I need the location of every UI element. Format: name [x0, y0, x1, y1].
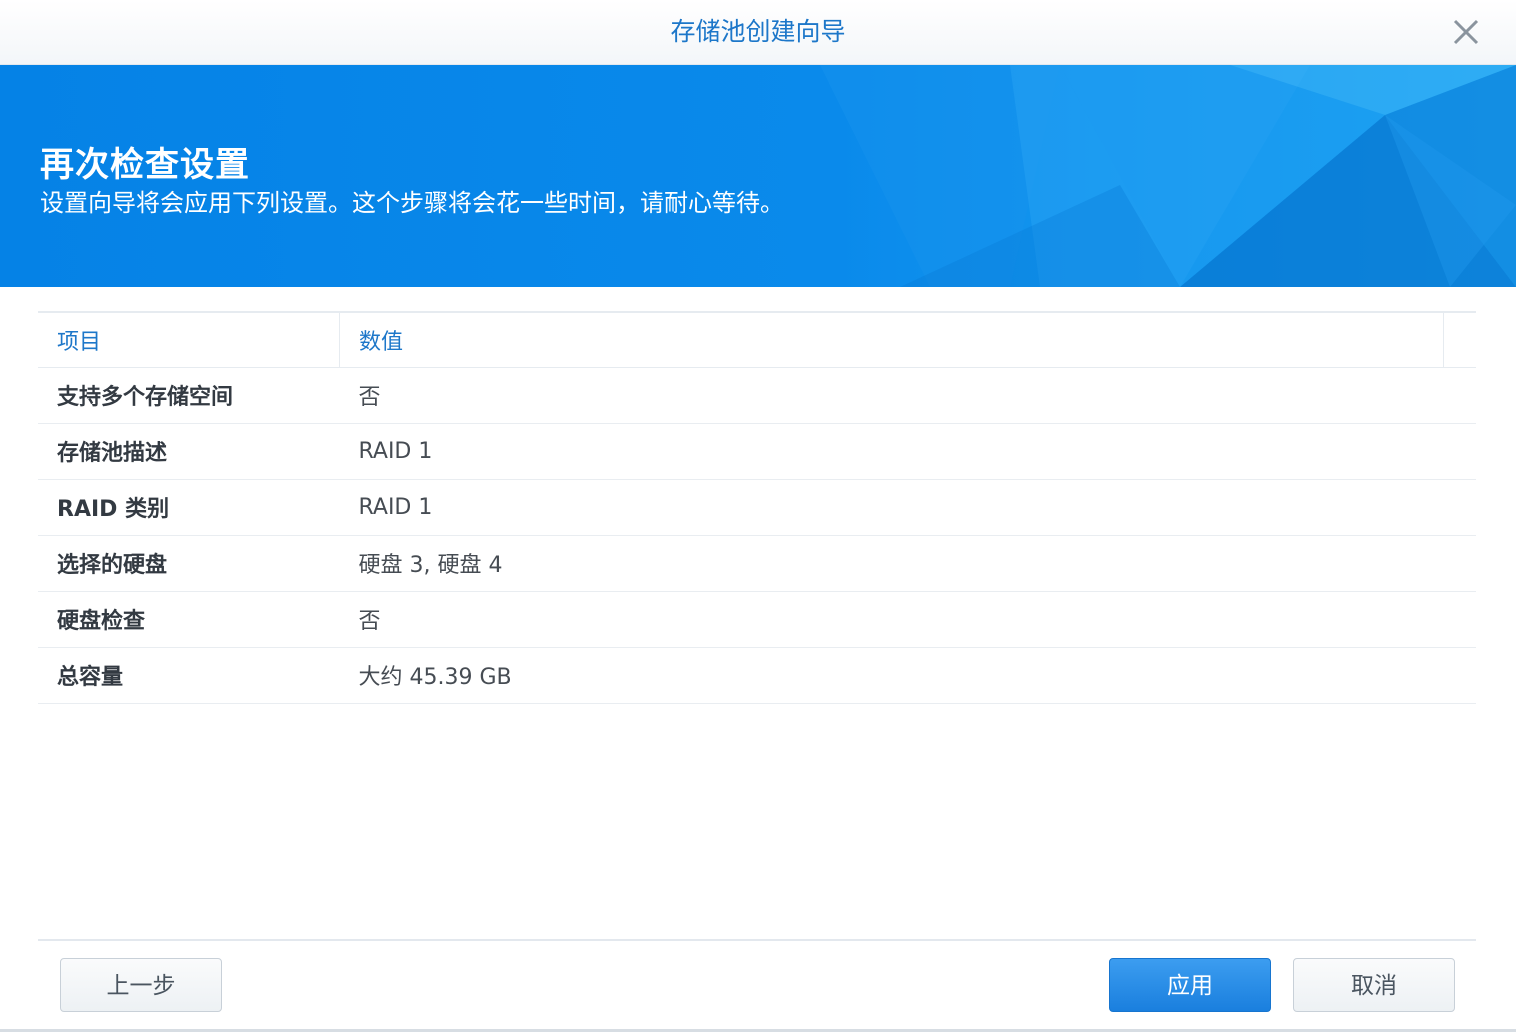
column-header-spacer — [1444, 312, 1477, 367]
close-button[interactable] — [1450, 16, 1482, 48]
storage-pool-wizard-window: 存储池创建向导 再次检查设置 设置向导将会应用下列设置。这个步骤将会花一些时间，… — [0, 0, 1516, 1032]
table-row: 选择的硬盘 硬盘 3, 硬盘 4 — [38, 535, 1476, 591]
column-header-value[interactable]: 数值 — [339, 312, 1444, 367]
table-row: 总容量 大约 45.39 GB — [38, 647, 1476, 703]
table-row: RAID 类别 RAID 1 — [38, 479, 1476, 535]
row-item-value: 大约 45.39 GB — [358, 665, 512, 690]
row-item-label: RAID 类别 — [57, 497, 170, 522]
title-bar[interactable]: 存储池创建向导 — [0, 0, 1516, 65]
row-item-label: 支持多个存储空间 — [57, 385, 234, 410]
row-item-label: 硬盘检查 — [57, 609, 146, 634]
footer-divider — [38, 939, 1476, 941]
row-item-label: 总容量 — [57, 665, 124, 690]
banner-title: 再次检查设置 — [40, 145, 250, 185]
banner-subtitle: 设置向导将会应用下列设置。这个步骤将会花一些时间，请耐心等待。 — [40, 189, 784, 217]
row-item-value: 否 — [358, 609, 381, 634]
window-title: 存储池创建向导 — [670, 17, 846, 46]
row-item-value: 硬盘 3, 硬盘 4 — [358, 553, 503, 578]
settings-summary-table: 项目 数值 支持多个存储空间 否 存储池描述 RAID 1 RAID 类别 RA… — [38, 311, 1476, 704]
row-item-value: RAID 1 — [358, 438, 433, 464]
column-header-item[interactable]: 项目 — [38, 312, 340, 367]
header-banner: 再次检查设置 设置向导将会应用下列设置。这个步骤将会花一些时间，请耐心等待。 — [0, 65, 1516, 287]
row-item-label: 选择的硬盘 — [57, 553, 168, 578]
apply-button[interactable]: 应用 — [1109, 958, 1271, 1012]
back-button[interactable]: 上一步 — [60, 958, 222, 1012]
row-item-value: RAID 1 — [358, 494, 433, 520]
table-row: 硬盘检查 否 — [38, 591, 1476, 647]
table-row: 存储池描述 RAID 1 — [38, 423, 1476, 479]
table-header-row: 项目 数值 — [38, 312, 1476, 367]
row-item-value: 否 — [358, 385, 381, 410]
row-item-label: 存储池描述 — [57, 441, 168, 466]
close-icon — [1453, 19, 1479, 45]
table-row: 支持多个存储空间 否 — [38, 367, 1476, 423]
cancel-button[interactable]: 取消 — [1293, 958, 1455, 1012]
